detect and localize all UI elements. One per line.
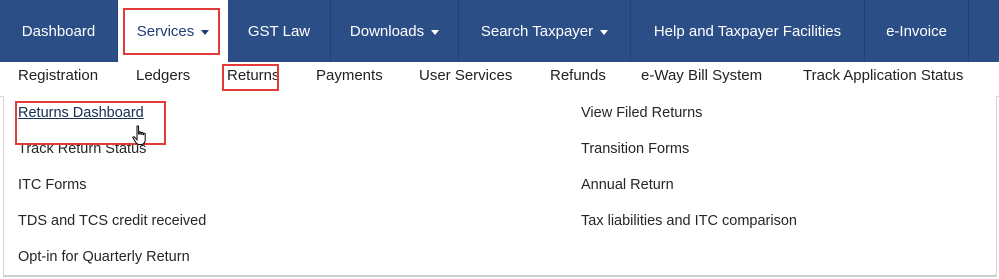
nav-search-taxpayer-label: Search Taxpayer [480,22,594,40]
submenu-eway-bill[interactable]: e-Way Bill System [641,62,762,96]
nav-dashboard-label: Dashboard [21,22,96,40]
nav-help-label: Help and Taxpayer Facilities [653,22,842,40]
submenu-user-services[interactable]: User Services [419,62,512,96]
chevron-down-icon [201,29,210,35]
nav-downloads-label: Downloads [349,22,425,40]
nav-services-label: Services [136,22,195,40]
nav-services[interactable]: Services [118,0,228,62]
nav-search-taxpayer[interactable]: Search Taxpayer [459,0,631,62]
submenu-payments[interactable]: Payments [316,62,383,96]
returns-dashboard-link-overlay[interactable]: Returns Dashboard [18,105,144,121]
itc-forms-link[interactable]: ITC Forms [18,177,86,193]
submenu-registration[interactable]: Registration [18,62,98,96]
nav-downloads[interactable]: Downloads [331,0,459,62]
nav-help[interactable]: Help and Taxpayer Facilities [631,0,865,62]
annual-return-link[interactable]: Annual Return [581,177,674,193]
services-submenu: Registration Ledgers Returns Payments Us… [0,62,999,97]
nav-dashboard[interactable]: Dashboard [0,0,118,62]
tds-tcs-credit-link[interactable]: TDS and TCS credit received [18,213,206,229]
track-return-status-link[interactable]: Track Return Status [18,141,146,157]
transition-forms-link[interactable]: Transition Forms [581,141,689,157]
hand-pointer-icon [132,125,146,145]
nav-gst-law[interactable]: GST Law [228,0,331,62]
view-filed-returns-link[interactable]: View Filed Returns [581,105,702,121]
nav-einvoice-label: e-Invoice [886,22,947,40]
submenu-refunds[interactable]: Refunds [550,62,606,96]
top-navigation: Dashboard Services GST Law Downloads Sea… [0,0,999,62]
submenu-returns[interactable]: Returns [227,62,280,96]
nav-gst-law-label: GST Law [247,22,311,40]
chevron-down-icon [431,29,440,35]
nav-einvoice[interactable]: e-Invoice [865,0,969,62]
opt-in-quarterly-link[interactable]: Opt-in for Quarterly Return [18,249,190,265]
submenu-ledgers[interactable]: Ledgers [136,62,190,96]
submenu-track-application[interactable]: Track Application Status [803,62,963,96]
tax-liabilities-itc-link[interactable]: Tax liabilities and ITC comparison [581,213,797,229]
chevron-down-icon [600,29,609,35]
